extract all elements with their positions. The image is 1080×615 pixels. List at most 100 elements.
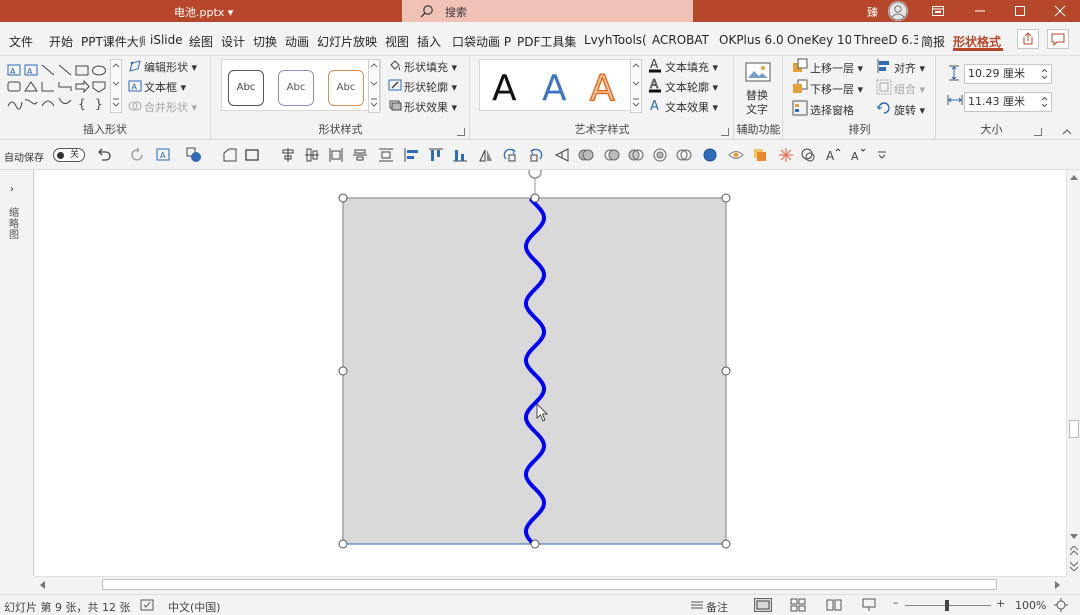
ribbon-display-button[interactable] (918, 0, 958, 22)
merge-intersect-icon[interactable] (652, 147, 668, 163)
text-fill-button[interactable]: 文本填充 ▾ (665, 59, 718, 75)
collapse-ribbon-icon[interactable] (1062, 128, 1072, 136)
handle-bottom-center[interactable] (530, 539, 540, 549)
handle-top-left[interactable] (338, 193, 348, 203)
align-bottom-icon[interactable] (404, 147, 420, 163)
group-button[interactable]: 组合 ▾ (894, 81, 925, 97)
align-middle-icon[interactable] (378, 147, 394, 163)
shape-fill-button[interactable]: 形状填充 ▾ (404, 59, 457, 75)
zoom-in-icon[interactable]: + (996, 597, 1005, 610)
tab-draw[interactable]: 绘图 (189, 33, 213, 50)
flip-horizontal-icon[interactable] (478, 147, 494, 163)
decrease-font-icon[interactable]: A (850, 147, 866, 163)
document-title[interactable]: 电池.pptx ▾ (174, 4, 233, 20)
rotate-left-icon[interactable] (528, 147, 544, 163)
tab-pocket-animation[interactable]: 口袋动画 P (452, 33, 512, 50)
align-button[interactable]: 对齐 ▾ (894, 60, 925, 76)
thumbnail-pane-label[interactable]: 缩略图 (9, 208, 21, 241)
distribute-horizontal-icon[interactable] (428, 147, 444, 163)
tab-view[interactable]: 视图 (385, 33, 409, 50)
height-input[interactable]: 10.29 厘米 (964, 64, 1052, 84)
shape-gallery-scroll[interactable] (110, 59, 122, 113)
flip-vertical-icon[interactable] (554, 147, 570, 163)
shape-styles-launcher-icon[interactable] (457, 128, 465, 136)
qat-shapes-icon[interactable] (186, 147, 202, 163)
tab-home[interactable]: 开始 (49, 33, 73, 50)
tab-design[interactable]: 设计 (221, 33, 245, 50)
handle-middle-right[interactable] (721, 366, 731, 376)
shape-outline-button[interactable]: 形状轮廓 ▾ (404, 79, 457, 95)
height-spinner-icon[interactable] (1041, 68, 1048, 80)
user-name[interactable]: 臻 (867, 4, 878, 20)
align-right-icon[interactable] (328, 147, 344, 163)
eye-icon[interactable] (728, 147, 744, 163)
slide-canvas[interactable] (35, 170, 1066, 576)
shape-style-gallery[interactable]: Abc Abc Abc (221, 59, 381, 111)
vertical-scroll-thumb[interactable] (1069, 420, 1079, 438)
text-box-button[interactable]: 文本框 ▾ (144, 79, 186, 95)
lasso-icon[interactable] (800, 147, 816, 163)
wordart-launcher-icon[interactable] (721, 128, 729, 136)
qat-text-box-icon[interactable]: A (156, 147, 172, 163)
shape-gallery[interactable]: A A { } (6, 62, 122, 114)
vertical-scrollbar[interactable] (1066, 170, 1080, 576)
merge-union-icon[interactable] (578, 147, 594, 163)
fit-to-window-icon[interactable] (1054, 598, 1068, 612)
tab-animations[interactable]: 动画 (285, 33, 309, 50)
slideshow-icon[interactable] (862, 598, 876, 612)
tab-pdf-tools[interactable]: PDF工具集 (517, 33, 576, 50)
send-backward-button[interactable]: 下移一层 ▾ (810, 81, 863, 97)
customize-qat-icon[interactable] (874, 147, 890, 163)
zoom-out-icon[interactable]: – (893, 596, 899, 609)
normal-view-icon[interactable] (754, 598, 772, 612)
wordart-style-black[interactable]: A (492, 68, 517, 109)
handle-bottom-left[interactable] (338, 539, 348, 549)
tab-briefing[interactable]: 简报 (921, 33, 945, 50)
horizontal-scroll-thumb[interactable] (102, 579, 997, 590)
rotate-button[interactable]: 旋转 ▾ (894, 102, 925, 118)
sparkle-icon[interactable] (778, 147, 794, 163)
align-top-icon[interactable] (352, 147, 368, 163)
notes-button[interactable]: 备注 (706, 599, 728, 615)
merge-shapes-button[interactable]: 合并形状 ▾ (144, 99, 197, 115)
text-outline-button[interactable]: 文本轮廓 ▾ (665, 79, 718, 95)
shape-style-scroll[interactable] (368, 59, 380, 113)
qat-rectangle-icon[interactable] (244, 147, 260, 163)
wordart-gallery[interactable]: A A A (479, 59, 639, 111)
handle-top-center[interactable] (530, 193, 540, 203)
scroll-left-icon[interactable] (39, 581, 45, 589)
tab-ppt-courseware[interactable]: PPT课件大师 (81, 33, 145, 50)
redo-icon[interactable] (130, 147, 146, 163)
bring-forward-button[interactable]: 上移一层 ▾ (810, 60, 863, 76)
tab-transitions[interactable]: 切换 (253, 33, 277, 50)
layer-icon[interactable] (752, 147, 768, 163)
tab-islide[interactable]: iSlide (150, 33, 183, 47)
maximize-button[interactable] (1000, 0, 1040, 22)
zoom-level[interactable]: 100% (1015, 599, 1046, 612)
shape-style-2[interactable]: Abc (278, 70, 314, 106)
share-button[interactable] (1017, 29, 1039, 49)
previous-slide-icon[interactable] (1070, 546, 1078, 556)
tab-file[interactable]: 文件 (9, 33, 33, 50)
size-launcher-icon[interactable] (1034, 128, 1042, 136)
selection-pane-button[interactable]: 选择窗格 (810, 102, 854, 118)
alt-text-line2[interactable]: 文字 (746, 101, 768, 117)
shape-style-1[interactable]: Abc (228, 70, 264, 106)
handle-top-right[interactable] (721, 193, 731, 203)
tab-lvyhtools[interactable]: LvyhTools( (584, 33, 650, 47)
scroll-down-icon[interactable] (1070, 534, 1078, 540)
rotate-right-icon[interactable] (502, 147, 518, 163)
avatar[interactable] (888, 1, 908, 21)
merge-fragment-icon[interactable] (628, 147, 644, 163)
merge-subtract-icon[interactable] (676, 147, 692, 163)
search-box[interactable]: 搜索 (402, 0, 693, 22)
slide-info[interactable]: 幻灯片 第 9 张，共 12 张 (4, 599, 130, 615)
distribute-vertical-icon[interactable] (452, 147, 468, 163)
handle-bottom-right[interactable] (721, 539, 731, 549)
slide-sorter-icon[interactable] (790, 598, 806, 612)
tab-slideshow[interactable]: 幻灯片放映 (317, 33, 377, 50)
tab-acrobat[interactable]: ACROBAT (652, 33, 709, 47)
align-center-icon[interactable] (304, 147, 320, 163)
edit-shape-button[interactable]: 编辑形状 ▾ (144, 59, 197, 75)
qat-shape-icon[interactable] (222, 147, 238, 163)
